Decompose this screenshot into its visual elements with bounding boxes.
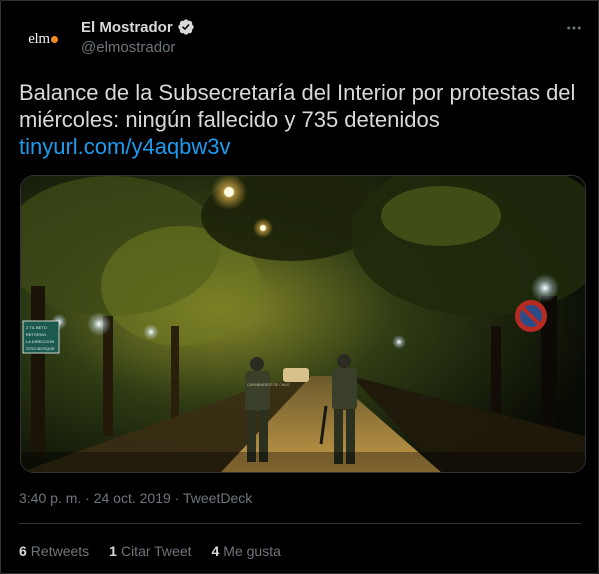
avatar-logo: elm <box>28 31 58 48</box>
road-sign-text: 2 TIL BETO <box>26 325 47 330</box>
vest-label: CARABINEROS DE CHILE <box>247 383 290 387</box>
road-sign-text: RETORNO <box>26 332 46 337</box>
verified-badge-icon <box>178 19 194 35</box>
likes-count: 4 <box>211 543 220 559</box>
tweet-card: elm El Mostrador @elmostrador Balance de… <box>0 0 599 574</box>
more-options-icon[interactable] <box>563 17 585 39</box>
quotes-count: 1 <box>109 543 117 559</box>
likes-label: Me gusta <box>223 543 281 559</box>
author-display-name[interactable]: El Mostrador <box>81 19 173 36</box>
likes-stat[interactable]: 4 Me gusta <box>212 543 281 559</box>
tweet-source[interactable]: TweetDeck <box>183 490 252 506</box>
author-handle[interactable]: @elmostrador <box>81 39 175 56</box>
author-name-row: El Mostrador <box>81 18 195 36</box>
tweet-time[interactable]: 3:40 p. m. <box>19 490 81 506</box>
more-dots-icon <box>567 26 581 30</box>
retweets-stat[interactable]: 6 Retweets <box>19 543 89 559</box>
divider <box>19 523 581 524</box>
engagement-stats: 6 Retweets 1 Citar Tweet 4 Me gusta <box>19 543 301 559</box>
tweet-media-photo[interactable]: 2 TIL BETO RETORNO LA DIRECCION SITIO BO… <box>20 175 586 473</box>
tweet-header: elm El Mostrador @elmostrador <box>19 15 589 65</box>
quotes-stat[interactable]: 1 Citar Tweet <box>109 543 191 559</box>
road-sign-text: SITIO BOSQUE <box>26 346 55 351</box>
night-street-photo: 2 TIL BETO RETORNO LA DIRECCION SITIO BO… <box>21 176 585 472</box>
tweet-body: Balance de la Subsecretaría del Interior… <box>19 80 576 132</box>
tweet-text: Balance de la Subsecretaría del Interior… <box>19 79 579 160</box>
road-sign-text: LA DIRECCION <box>26 339 54 344</box>
retweets-label: Retweets <box>30 543 90 559</box>
avatar[interactable]: elm <box>19 15 67 63</box>
tweet-meta: 3:40 p. m. · 24 oct. 2019 · TweetDeck <box>19 490 252 506</box>
retweets-count: 6 <box>19 543 27 559</box>
meta-separator: · <box>85 490 90 506</box>
quotes-label: Citar Tweet <box>120 543 192 559</box>
tweet-link[interactable]: tinyurl.com/y4aqbw3v <box>19 134 231 159</box>
meta-separator: · <box>174 490 180 506</box>
tweet-date[interactable]: 24 oct. 2019 <box>94 490 171 506</box>
